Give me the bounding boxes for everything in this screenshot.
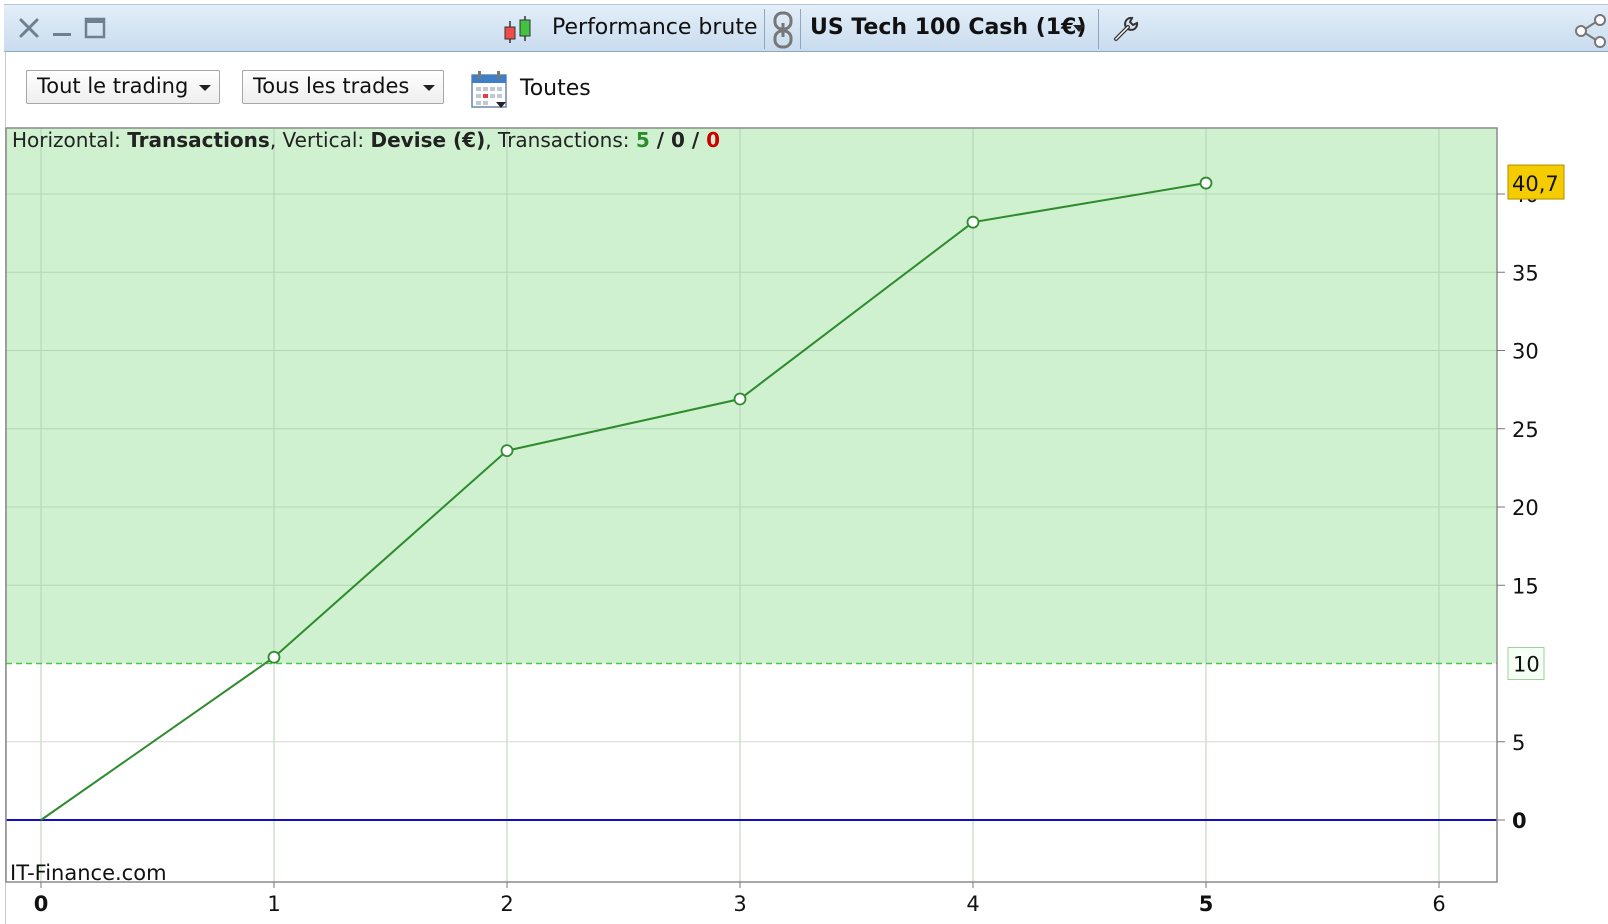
profit-zone — [6, 128, 1497, 664]
threshold-label: 10 — [1513, 653, 1540, 677]
x-tick-label: 0 — [34, 892, 49, 916]
x-tick-label: 6 — [1432, 892, 1445, 916]
last-value-label: 40,7 — [1512, 172, 1559, 196]
header-separator: / — [685, 128, 706, 152]
header-vertical-value: Devise (€) — [371, 128, 486, 152]
chart-header: Horizontal: Transactions, Vertical: Devi… — [12, 128, 720, 152]
y-tick-label: 5 — [1512, 731, 1525, 755]
y-tick-label: 25 — [1512, 418, 1539, 442]
x-tick-label: 2 — [500, 892, 513, 916]
header-separator: / — [650, 128, 671, 152]
y-tick-label: 0 — [1512, 809, 1527, 833]
equity-point — [966, 215, 980, 229]
y-tick-label: 30 — [1512, 340, 1539, 364]
header-transactions-label: , Transactions: — [485, 128, 636, 152]
equity-point — [267, 650, 281, 664]
threshold-badge: 10 — [1507, 647, 1545, 680]
equity-point — [500, 444, 514, 458]
winning-trades-count: 5 — [636, 128, 650, 152]
y-axis-ticks: 05152025303540 — [1497, 183, 1539, 833]
x-tick-label: 3 — [733, 892, 746, 916]
neutral-trades-count: 0 — [671, 128, 685, 152]
y-tick-label: 20 — [1512, 496, 1539, 520]
header-horizontal-value: Transactions — [127, 128, 270, 152]
y-tick-label: 15 — [1512, 574, 1539, 598]
x-tick-label: 5 — [1199, 892, 1214, 916]
x-axis-ticks: 0 1 2 3 4 5 6 — [34, 882, 1446, 916]
losing-trades-count: 0 — [706, 128, 720, 152]
x-tick-label: 4 — [966, 892, 979, 916]
equity-point — [733, 392, 747, 406]
x-tick-label: 1 — [267, 892, 280, 916]
y-tick-label: 35 — [1512, 261, 1539, 285]
watermark: IT-Finance.com — [10, 861, 167, 885]
header-horizontal-label: Horizontal: — [12, 128, 127, 152]
header-vertical-label: , Vertical: — [270, 128, 371, 152]
equity-chart: 0123456 05152025303540 Horizontal: Trans… — [5, 127, 1565, 916]
last-value-badge: 40,7 — [1507, 164, 1565, 200]
equity-point — [1199, 176, 1213, 190]
